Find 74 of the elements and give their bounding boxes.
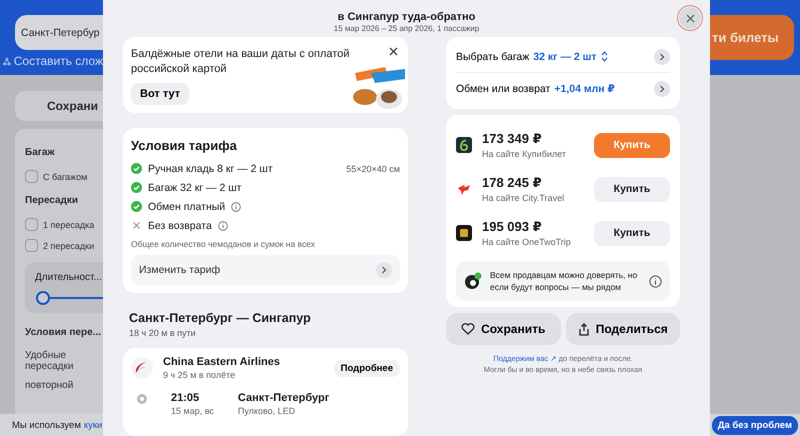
up-down-icon [600, 51, 608, 62]
info-icon [218, 220, 228, 230]
close-icon[interactable] [389, 47, 398, 56]
cookie-text: Мы используем [12, 420, 81, 430]
departure-date: 15 мар, вс [171, 406, 214, 416]
save-button[interactable]: Сохранить [446, 313, 560, 345]
departure-time: 21:05 [171, 392, 200, 404]
option-row[interactable]: Обмен или возврат +1,04 млн ₽ [456, 73, 670, 105]
save-button[interactable]: Сохрани [15, 91, 103, 121]
offer-price: 195 093 ₽ [482, 219, 543, 235]
filter-option[interactable]: Удобные пересадки [25, 346, 85, 376]
cross-icon [131, 220, 142, 231]
route-duration: 18 ч 20 м в пути [129, 328, 197, 338]
size-note: 55×20×40 см [346, 164, 400, 174]
modal-title: в Сингапур туда-обратно [336, 11, 476, 23]
check-icon [131, 201, 142, 212]
checkbox[interactable] [25, 218, 38, 231]
filter-heading: Пересадки [25, 194, 80, 208]
checkbox-label: 2 пересадки [43, 240, 94, 250]
seller-logo-icon [456, 137, 472, 153]
heart-icon [461, 323, 476, 335]
filter-label: Длительност... [35, 272, 103, 283]
share-icon [578, 322, 590, 336]
checkbox-label: 1 пересадка [43, 220, 94, 230]
seller-logo-icon [456, 225, 472, 241]
tariff-footnote: Общее количество чемоданов и сумок на всех [131, 239, 316, 249]
departure-city: Санкт-Петербург [238, 392, 330, 404]
promo-button[interactable]: Вот тут [131, 83, 190, 105]
checkbox-label: С багажом [43, 172, 88, 182]
timeline-dot [137, 394, 147, 404]
cookie-link[interactable]: куки [84, 420, 102, 430]
flight-duration: 9 ч 25 м в полёте [163, 370, 236, 380]
airline-name: China Eastern Airlines [163, 356, 280, 368]
check-icon [131, 182, 142, 193]
check-icon [131, 163, 142, 174]
departure-airport: Пулково, LED [238, 406, 296, 416]
airline-logo-icon [131, 357, 153, 379]
route-icon [3, 56, 11, 66]
promo-text: Балдёжные отели на ваши даты с оплатой российской картой [131, 47, 350, 77]
tariff-condition: Без возврата [148, 220, 212, 232]
filter-heading: Багаж [25, 146, 56, 160]
offer-price: 178 245 ₽ [482, 175, 543, 191]
info-icon[interactable] [649, 274, 662, 288]
compose-route-link[interactable]: Составить слож [3, 54, 103, 68]
checkbox[interactable] [25, 170, 38, 183]
filter-option[interactable]: повторной [25, 376, 85, 395]
share-button[interactable]: Поделиться [566, 313, 680, 345]
modal-subtitle: 15 мар 2026 – 25 апр 2026, 1 пассажир [332, 24, 480, 33]
search-field[interactable]: Санкт-Петербур [15, 15, 103, 50]
close-icon [686, 14, 694, 22]
seller-name: На сайте City.Travel [482, 193, 564, 203]
tariff-condition: Обмен платный [148, 200, 226, 212]
details-button[interactable]: Подробнее [334, 360, 400, 376]
chevron-right-icon [659, 85, 665, 93]
option-row[interactable]: Выбрать багаж 32 кг — 2 шт [456, 41, 670, 73]
route-title: Санкт-Петербург — Сингапур [129, 311, 312, 325]
accept-cookies-button[interactable]: Да без проблем [712, 416, 798, 434]
seller-name: На сайте OneTwoTrip [482, 237, 571, 247]
tariff-condition: Ручная кладь 8 кг — 2 шт [148, 162, 273, 174]
chevron-right-icon [381, 266, 387, 274]
slider-thumb[interactable] [36, 291, 50, 305]
trust-text: Всем продавцам можно доверять, но если будут вопросы — мы рядом [490, 269, 638, 293]
buy-button[interactable]: Купить [594, 220, 670, 246]
checkbox[interactable] [25, 239, 38, 252]
close-button[interactable] [679, 7, 701, 29]
info-icon [231, 202, 242, 212]
tariff-title: Условия тарифа [131, 138, 238, 153]
buy-button[interactable]: Купить [594, 176, 670, 202]
seller-name: На сайте Купибилет [482, 149, 566, 159]
tariff-condition: Багаж 32 кг — 2 шт [148, 182, 242, 194]
change-tariff-button[interactable]: Изменить тариф [131, 255, 400, 285]
offer-price: 173 349 ₽ [482, 131, 543, 147]
filter-heading: Условия пере... [25, 326, 102, 340]
chevron-right-icon [659, 52, 665, 60]
